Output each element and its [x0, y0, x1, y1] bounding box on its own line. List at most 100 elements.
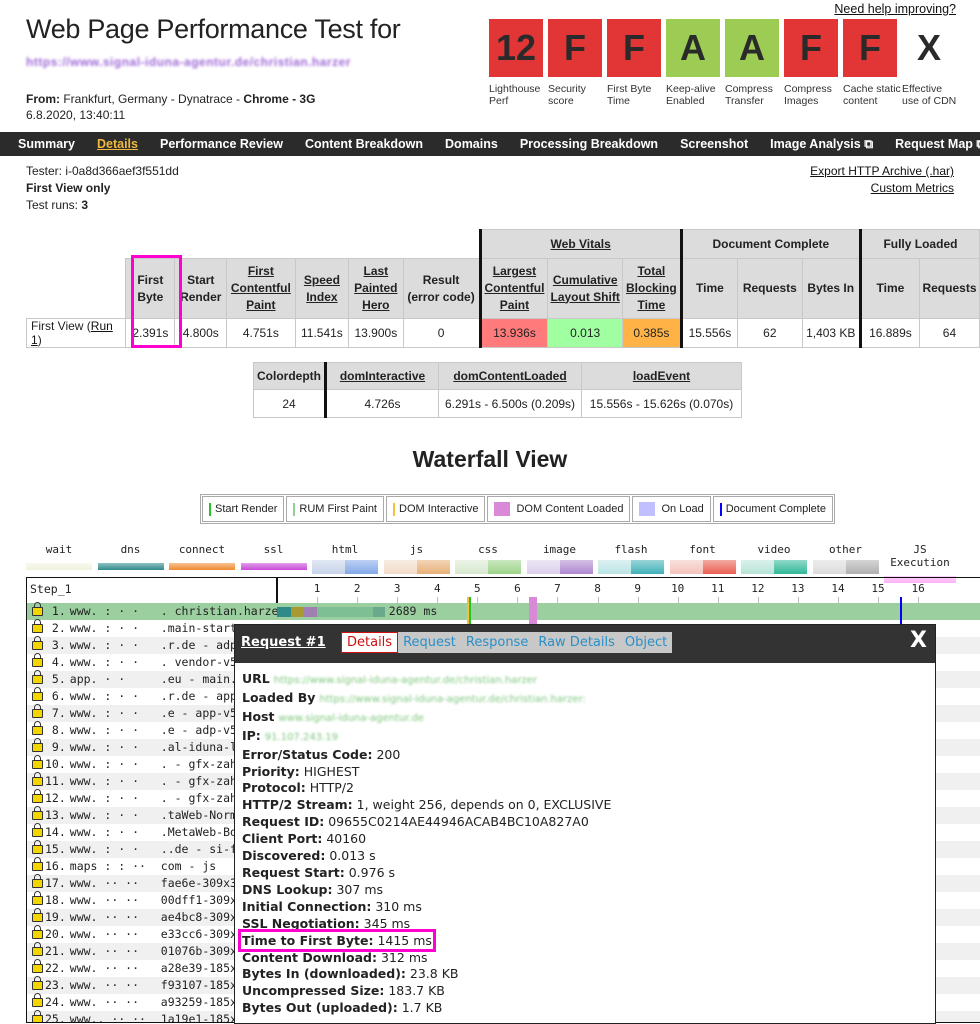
request-host: www. : · · [69, 808, 140, 822]
help-improving-link[interactable]: Need help improving? [834, 2, 956, 16]
col-header-link[interactable]: Speed Index [304, 273, 340, 304]
dom-col-header[interactable]: domContentLoaded [438, 362, 582, 390]
col-header[interactable]: Total Blocking Time [621, 258, 682, 319]
request-title[interactable]: Request #1 [241, 635, 326, 650]
request-host: www. : · · [69, 655, 140, 669]
dom-col-link[interactable]: loadEvent [633, 369, 690, 383]
request-row[interactable]: 1. www. : · · . christian.harzer [27, 602, 980, 620]
lock-icon [32, 1010, 43, 1022]
close-icon[interactable]: X [910, 628, 927, 653]
lock-icon [32, 925, 43, 939]
col-header[interactable]: Last Painted Hero [348, 258, 404, 319]
type-label: image [542, 543, 577, 556]
browser: Chrome - 3G [243, 92, 316, 106]
request-number: 18. [45, 893, 66, 907]
request-number: 25. [45, 1012, 66, 1023]
type-label: font [689, 543, 716, 556]
waterfall-title: Waterfall View [412, 446, 568, 472]
popup-tab-raw-details[interactable]: Raw Details [533, 635, 620, 650]
col-header-link[interactable]: Largest Contentful Paint [484, 264, 544, 312]
request-number: 24. [45, 995, 66, 1009]
popup-tab-details[interactable]: Details [341, 632, 399, 653]
request-number: 1. [45, 604, 66, 618]
dom-col-link[interactable]: domInteractive [340, 369, 425, 383]
col-header[interactable]: Cumulative Layout Shift [547, 258, 623, 319]
detail-row: Content Download: 312 ms [242, 950, 935, 967]
runs-label: Test runs: [26, 198, 79, 212]
request-number: 3. [45, 638, 66, 652]
grade-compress-images[interactable]: F [784, 19, 838, 77]
col-header-link[interactable]: Cumulative Layout Shift [551, 273, 620, 304]
col-header[interactable]: First Contentful Paint [226, 258, 296, 319]
popup-tab-request[interactable]: Request [398, 635, 461, 650]
web-vitals-group[interactable]: Web Vitals [478, 229, 682, 259]
detail-value: 09655C0214AE44946ACAB4BC10A827A0 [328, 814, 589, 830]
nav-tab-summary[interactable]: Summary [18, 137, 75, 151]
detail-key: URL [242, 671, 270, 686]
timing-bar [277, 607, 292, 617]
col-header-link[interactable]: Total Blocking Time [626, 264, 677, 312]
detail-key: Initial Connection: [242, 898, 372, 914]
dom-col-header[interactable]: loadEvent [581, 362, 742, 390]
detail-value: 307 ms [336, 881, 384, 897]
nav-tab-domains[interactable]: Domains [445, 137, 498, 151]
nav-tab-processing-breakdown[interactable]: Processing Breakdown [520, 137, 658, 151]
legend-dom-content-loaded: DOM Content Loaded [487, 496, 631, 522]
request-host: www.. ·· ·· [69, 1012, 146, 1023]
dom-value: 6.291s - 6.500s (0.209s) [438, 389, 582, 418]
request-host: www. : · · [69, 825, 140, 839]
request-path: ae4bc8-309x3 [160, 910, 244, 924]
detail-value: HTTP/2 [309, 780, 354, 796]
detail-key: Bytes Out (uploaded): [242, 1000, 398, 1016]
request-number: 8. [45, 723, 66, 737]
request-path: 01076b-309x3 [160, 944, 244, 958]
lock-icon [32, 874, 43, 888]
col-header-link[interactable]: First Contentful Paint [231, 264, 291, 312]
grade-lighthouse-perf[interactable]: 12 [489, 19, 543, 77]
nav-tab-details[interactable]: Details [97, 137, 138, 151]
request-host: www. ·· ·· [69, 910, 140, 924]
type-swatch [741, 560, 807, 574]
custom-metrics-link[interactable]: Custom Metrics [871, 181, 954, 195]
nav-tab-request-map[interactable]: Request Map ⧉ [895, 137, 980, 152]
grade-keep-alive-enabled[interactable]: A [666, 19, 720, 77]
request-path: .eu - main.j [160, 672, 244, 686]
popup-tab-object[interactable]: Object [620, 635, 672, 650]
popup-tab-response[interactable]: Response [461, 635, 533, 650]
request-path: . christian.harzer [160, 604, 286, 618]
request-host: www. : · · [69, 689, 140, 703]
type-swatch [240, 563, 307, 570]
nav-tab-screenshot[interactable]: Screenshot [680, 137, 748, 151]
legend-label: DOM Content Loaded [516, 503, 624, 515]
col-header-link[interactable]: Last Painted Hero [354, 264, 397, 312]
web-vitals-link[interactable]: Web Vitals [551, 237, 611, 251]
export-har-link[interactable]: Export HTTP Archive (.har) [810, 164, 954, 178]
lock-icon [32, 976, 43, 990]
grade-security-score[interactable]: F [548, 19, 602, 77]
grade-cache-static-content[interactable]: F [843, 19, 897, 77]
timeline-marker [900, 597, 903, 624]
request-path: .taWeb-Norma [160, 808, 244, 822]
grade-compress-transfer[interactable]: A [725, 19, 779, 77]
ttfb-highlight: Time to First Byte: 1415 ms [238, 928, 436, 952]
marker-legend: Start Render RUM First Paint DOM Interacti… [200, 494, 835, 524]
type-legend-other: other [812, 543, 879, 574]
type-legend-flash: flash [598, 543, 664, 574]
request-number: 5. [45, 672, 66, 686]
detail-value: 1, weight 256, depends on 0, EXCLUSIVE [356, 797, 612, 813]
grade-effective-use-of-cdn[interactable]: X [902, 19, 956, 77]
grade-first-byte-time[interactable]: F [607, 19, 661, 77]
dom-col-header[interactable]: domInteractive [324, 362, 439, 390]
detail-row: Protocol: HTTP/2 [242, 780, 935, 797]
dom-col-link[interactable]: domContentLoaded [453, 369, 566, 383]
nav-tab-image-analysis[interactable]: Image Analysis ⧉ [770, 137, 873, 152]
type-swatch [169, 563, 235, 570]
nav-tab-performance-review[interactable]: Performance Review [160, 137, 283, 151]
lock-icon [32, 687, 43, 701]
nav-tab-content-breakdown[interactable]: Content Breakdown [305, 137, 423, 151]
col-header[interactable]: Largest Contentful Paint [478, 258, 549, 319]
col-header[interactable]: Speed Index [294, 258, 350, 319]
legend-line-icon [393, 502, 395, 516]
view-mode: First View only [26, 181, 111, 195]
request-path: fae6e-309x30 [160, 876, 244, 890]
